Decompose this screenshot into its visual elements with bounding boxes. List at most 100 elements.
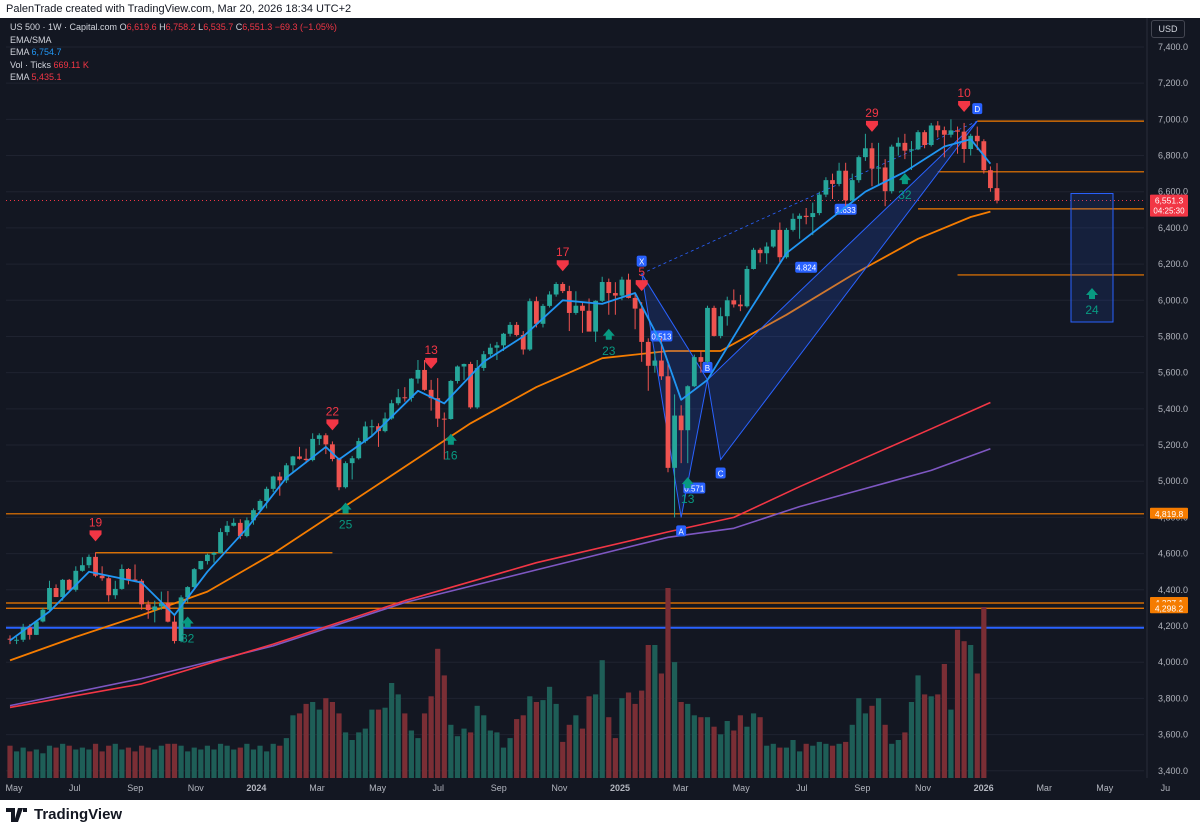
volume-bar	[823, 743, 829, 778]
candle-body	[343, 463, 348, 488]
buy-signal-label: 13	[681, 492, 695, 506]
volume-bar	[619, 698, 625, 778]
volume-bar	[158, 745, 164, 778]
volume-bar	[566, 724, 572, 778]
candle-body	[645, 341, 651, 366]
sell-signal-arrow[interactable]	[326, 419, 339, 431]
volume-bar	[908, 702, 915, 778]
volume-bar	[731, 730, 737, 778]
buy-signal-arrow[interactable]	[444, 433, 457, 445]
candle-body	[395, 397, 401, 404]
candle-body	[955, 130, 960, 132]
candle-body	[145, 604, 151, 611]
volume-bar	[171, 743, 178, 778]
candle-body	[948, 130, 954, 135]
volume-bar	[250, 749, 257, 778]
volume-bar	[264, 751, 270, 778]
candle-body	[461, 363, 467, 367]
volume-bar	[981, 607, 987, 778]
volume-bar	[73, 749, 79, 778]
sell-signal-arrow[interactable]	[556, 260, 569, 272]
candle-body	[718, 316, 724, 336]
volume-bar	[389, 683, 395, 778]
candle-body	[803, 215, 809, 218]
volume-bar	[283, 738, 289, 778]
candle-body	[863, 148, 868, 158]
x-tick-label: Nov	[188, 783, 205, 793]
ema-slow-line	[9, 401, 991, 709]
volume-bar	[737, 715, 743, 778]
buy-signal-arrow[interactable]	[602, 328, 615, 340]
candle-body	[501, 333, 506, 346]
candle-body	[211, 552, 217, 555]
volume-bar	[941, 664, 947, 778]
volume-bar	[606, 717, 612, 778]
volume-bar	[849, 724, 855, 778]
candle-body	[810, 213, 816, 218]
harmonic-point-label: C	[718, 470, 724, 479]
volume-bar	[237, 747, 243, 778]
volume-bar	[86, 749, 92, 778]
volume-bar	[514, 719, 520, 778]
candle-body	[691, 357, 697, 387]
y-tick-label: 3,400.0	[1158, 766, 1188, 776]
candle-body	[849, 180, 855, 201]
volume-bar	[461, 728, 467, 778]
volume-bar	[139, 745, 145, 778]
candle-body	[14, 639, 19, 641]
candle-body	[586, 310, 592, 332]
candle-body	[474, 367, 480, 408]
sell-signal-arrow[interactable]	[865, 120, 878, 132]
candle-body	[527, 301, 533, 350]
volume-bar	[915, 675, 921, 778]
candle-body	[757, 249, 763, 254]
buy-signal-label: 32	[898, 188, 912, 202]
volume-bar	[869, 705, 875, 778]
sma-slow-line	[9, 447, 991, 707]
volume-bar	[645, 645, 651, 778]
volume-bar	[145, 747, 151, 778]
candle-body	[790, 218, 796, 230]
x-tick-label: Nov	[551, 783, 568, 793]
volume-bar	[191, 747, 197, 778]
sell-signal-arrow[interactable]	[958, 100, 971, 112]
volume-bar	[66, 745, 72, 778]
candle-body	[290, 456, 296, 466]
volume-bar	[27, 751, 33, 778]
x-tick-label: Jul	[796, 783, 808, 793]
candle-body	[731, 300, 737, 305]
volume-bar	[889, 743, 895, 778]
x-tick-label: May	[5, 783, 23, 793]
volume-bar	[698, 717, 704, 778]
y-tick-label: 3,800.0	[1158, 693, 1188, 703]
candle-body	[441, 418, 447, 420]
sell-signal-arrow[interactable]	[425, 357, 438, 369]
candle-body	[547, 294, 552, 306]
legend-indicator-3: EMA 5,435.1	[10, 72, 62, 82]
buy-signal-label: 25	[339, 517, 353, 531]
sell-signal-label: 17	[556, 245, 570, 259]
price-chart[interactable]: 3,400.0 3,600.0 3,800.0 4,000.0 4,200.0 4,400…	[0, 0, 1200, 835]
candle-body	[79, 565, 85, 571]
candle-body	[882, 167, 888, 192]
candle-body	[928, 125, 934, 146]
volume-bar	[527, 696, 533, 778]
sell-signal-arrow[interactable]	[89, 530, 102, 542]
candle-body	[106, 578, 112, 596]
candle-body	[632, 297, 638, 309]
volume-bar	[770, 743, 776, 778]
volume-bar	[533, 702, 539, 778]
candle-body	[902, 142, 908, 151]
volume-bar	[7, 745, 13, 778]
volume-bar	[790, 740, 796, 778]
x-tick-label: May	[1096, 783, 1114, 793]
volume-bar	[836, 743, 842, 778]
buy-signal-label: 23	[602, 344, 616, 358]
volume-bar	[718, 734, 724, 778]
x-tick-label: Mar	[673, 783, 689, 793]
volume-bar	[573, 715, 579, 778]
volume-bar	[704, 717, 711, 778]
candle-body	[705, 307, 710, 362]
candle-body	[869, 148, 875, 169]
currency-selector[interactable]: USD	[1151, 20, 1185, 38]
